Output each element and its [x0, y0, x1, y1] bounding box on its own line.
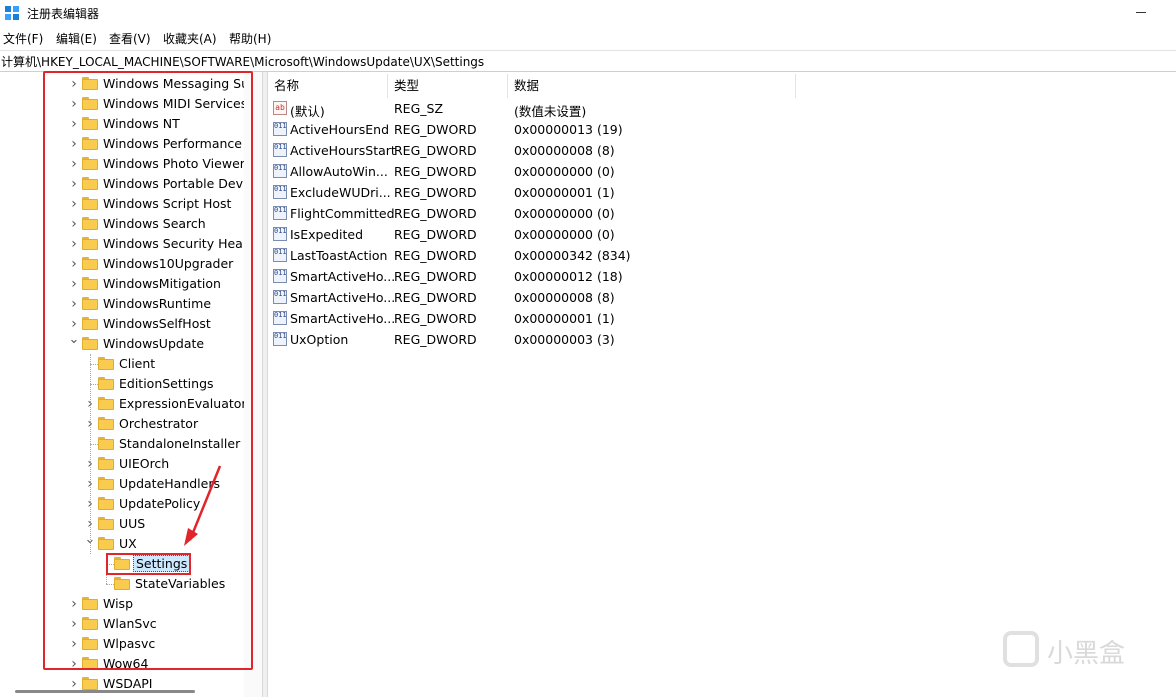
value-data: 0x00000012 (18) [514, 269, 623, 284]
menu-bar: 文件(F) 编辑(E) 查看(V) 收藏夹(A) 帮助(H) [0, 28, 1176, 48]
annotation-arrow-icon [184, 465, 222, 546]
address-bar[interactable]: 计算机\HKEY_LOCAL_MACHINE\SOFTWARE\Microsof… [0, 50, 1176, 72]
value-data: 0x00000008 (8) [514, 290, 615, 305]
value-name: LastToastAction [290, 248, 388, 263]
menu-favorites[interactable]: 收藏夹(A) [163, 30, 217, 47]
list-header: 名称 类型 数据 [268, 74, 798, 98]
menu-help[interactable]: 帮助(H) [229, 30, 271, 47]
value-row[interactable]: 0110ActiveHoursStartREG_DWORD 0x00000008 … [268, 140, 798, 161]
value-name: SmartActiveHo... [290, 311, 396, 326]
value-row[interactable]: 0110LastToastAction REG_DWORD 0x00000342 (… [268, 245, 798, 266]
value-row[interactable]: 0110ActiveHoursEnd REG_DWORD 0x00000013 (1… [268, 119, 798, 140]
value-row[interactable]: ab (默认) REG_SZ (数值未设置) [268, 98, 798, 119]
value-type: REG_DWORD [394, 332, 477, 347]
value-type: REG_DWORD [394, 185, 477, 200]
value-type: REG_DWORD [394, 143, 477, 158]
annotation-red-box-tree [43, 71, 253, 670]
dword-value-icon: 0110 [273, 206, 287, 220]
value-name: SmartActiveHo... [290, 269, 396, 284]
value-data: 0x00000001 (1) [514, 185, 615, 200]
dword-value-icon: 0110 [273, 248, 287, 262]
value-data: 0x00000000 (0) [514, 206, 615, 221]
value-row[interactable]: 0110FlightCommittedREG_DWORD 0x00000000 (… [268, 203, 798, 224]
value-type: REG_DWORD [394, 164, 477, 179]
value-type: REG_SZ [394, 101, 444, 116]
value-name: ActiveHoursStart [290, 143, 396, 158]
value-type: REG_DWORD [394, 269, 477, 284]
annotation-red-box-settings [106, 553, 191, 575]
dword-value-icon: 0110 [273, 311, 287, 325]
regedit-app-icon [5, 6, 19, 20]
dword-value-icon: 0110 [273, 227, 287, 241]
watermark-text: 小黑盒 [1047, 639, 1126, 669]
dword-value-icon: 0110 [273, 122, 287, 136]
value-row[interactable]: 0110UxOption REG_DWORD 0x00000003 (3) [268, 329, 798, 350]
value-type: REG_DWORD [394, 227, 477, 242]
values-list-pane[interactable]: 名称 类型 数据 ab(默认)REG_SZ(数值未设置)0110ActiveHo… [268, 72, 1176, 697]
value-type: REG_DWORD [394, 122, 477, 137]
value-type: REG_DWORD [394, 206, 477, 221]
dword-value-icon: 0110 [273, 269, 287, 283]
column-header-data[interactable]: 数据 [508, 74, 796, 98]
scrollbar-thumb[interactable] [15, 690, 195, 693]
dword-value-icon: 0110 [273, 332, 287, 346]
watermark-logo-icon [1003, 631, 1039, 667]
value-row[interactable]: 0110SmartActiveHo...REG_DWORD 0x00000008 … [268, 287, 798, 308]
value-type: REG_DWORD [394, 290, 477, 305]
value-data: 0x00000001 (1) [514, 311, 615, 326]
window-title: 注册表编辑器 [27, 7, 100, 21]
value-row[interactable]: 0110SmartActiveHo...REG_DWORD 0x00000001 … [268, 308, 798, 329]
tree-horizontal-scrollbar[interactable] [0, 689, 244, 697]
minimize-button[interactable] [1126, 0, 1156, 24]
dword-value-icon: 0110 [273, 143, 287, 157]
value-name: ExcludeWUDri... [290, 185, 391, 200]
value-name: UxOption [290, 332, 349, 347]
value-name: (默认) [290, 104, 325, 119]
menu-edit[interactable]: 编辑(E) [56, 30, 97, 47]
value-name: AllowAutoWin... [290, 164, 388, 179]
value-row[interactable]: 0110IsExpedited REG_DWORD 0x00000000 (0) [268, 224, 798, 245]
column-header-name[interactable]: 名称 [268, 74, 388, 98]
column-header-type[interactable]: 类型 [388, 74, 508, 98]
dword-value-icon: 0110 [273, 290, 287, 304]
value-data: 0x00000013 (19) [514, 122, 623, 137]
value-type: REG_DWORD [394, 248, 477, 263]
title-bar: 注册表编辑器 [0, 0, 1176, 26]
value-data: 0x00000342 (834) [514, 248, 631, 263]
value-data: 0x00000000 (0) [514, 227, 615, 242]
menu-view[interactable]: 查看(V) [109, 30, 151, 47]
value-name: ActiveHoursEnd [290, 122, 390, 137]
value-name: IsExpedited [290, 227, 364, 242]
value-data: 0x00000008 (8) [514, 143, 615, 158]
value-data: 0x00000000 (0) [514, 164, 615, 179]
value-data: 0x00000003 (3) [514, 332, 615, 347]
menu-file[interactable]: 文件(F) [3, 30, 43, 47]
value-row[interactable]: 0110SmartActiveHo...REG_DWORD 0x00000012 … [268, 266, 798, 287]
value-name: FlightCommitted [290, 206, 395, 221]
dword-value-icon: 0110 [273, 164, 287, 178]
value-row[interactable]: 0110AllowAutoWin... REG_DWORD 0x00000000 (… [268, 161, 798, 182]
address-path[interactable]: 计算机\HKEY_LOCAL_MACHINE\SOFTWARE\Microsof… [1, 53, 484, 70]
value-type: REG_DWORD [394, 311, 477, 326]
value-data: (数值未设置) [514, 104, 587, 119]
dword-value-icon: 0110 [273, 185, 287, 199]
string-value-icon: ab [273, 101, 287, 115]
value-row[interactable]: 0110ExcludeWUDri...REG_DWORD 0x00000001 (… [268, 182, 798, 203]
value-name: SmartActiveHo... [290, 290, 396, 305]
